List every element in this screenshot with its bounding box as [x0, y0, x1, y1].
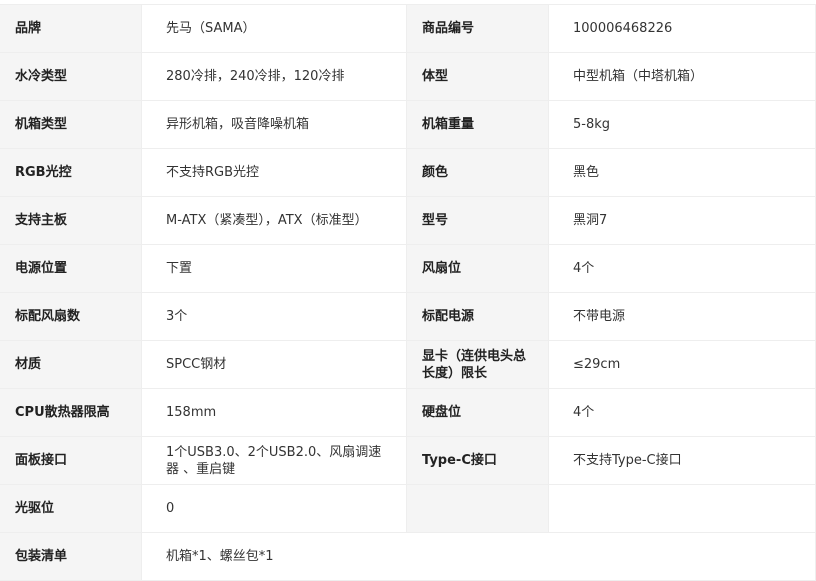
- spec-value: 下置: [142, 245, 407, 293]
- spec-value: 158mm: [142, 389, 407, 437]
- spec-value: 机箱*1、螺丝包*1: [142, 533, 816, 581]
- spec-label: 颜色: [407, 149, 549, 197]
- spec-label: 材质: [0, 341, 142, 389]
- spec-label: 硬盘位: [407, 389, 549, 437]
- spec-label: 面板接口: [0, 437, 142, 485]
- spec-value: SPCC钢材: [142, 341, 407, 389]
- spec-value: ≤29cm: [549, 341, 816, 389]
- spec-value: 280冷排，240冷排，120冷排: [142, 53, 407, 101]
- spec-label: 机箱重量: [407, 101, 549, 149]
- spec-row: 面板接口 1个USB3.0、2个USB2.0、风扇调速器 、重启键 Type-C…: [0, 437, 816, 485]
- spec-row: 标配风扇数 3个 标配电源 不带电源: [0, 293, 816, 341]
- spec-label: 包装清单: [0, 533, 142, 581]
- spec-row: 机箱类型 异形机箱，吸音降噪机箱 机箱重量 5-8kg: [0, 101, 816, 149]
- spec-label: Type-C接口: [407, 437, 549, 485]
- spec-value: 3个: [142, 293, 407, 341]
- spec-row-full: 包装清单 机箱*1、螺丝包*1: [0, 533, 816, 581]
- spec-row: CPU散热器限高 158mm 硬盘位 4个: [0, 389, 816, 437]
- spec-value: 黑洞7: [549, 197, 816, 245]
- spec-label: 标配电源: [407, 293, 549, 341]
- spec-value: [549, 485, 816, 533]
- spec-label: 型号: [407, 197, 549, 245]
- spec-value: 4个: [549, 245, 816, 293]
- spec-label: 显卡（连供电头总长度）限长: [407, 341, 549, 389]
- spec-value: M-ATX（紧凑型），ATX（标准型）: [142, 197, 407, 245]
- spec-value: 4个: [549, 389, 816, 437]
- spec-label: 光驱位: [0, 485, 142, 533]
- spec-label: 品牌: [0, 5, 142, 53]
- spec-value: 0: [142, 485, 407, 533]
- spec-value: 1个USB3.0、2个USB2.0、风扇调速器 、重启键: [142, 437, 407, 485]
- spec-value: 不带电源: [549, 293, 816, 341]
- spec-label: 支持主板: [0, 197, 142, 245]
- spec-value: 100006468226: [549, 5, 816, 53]
- spec-label: [407, 485, 549, 533]
- spec-label: 标配风扇数: [0, 293, 142, 341]
- spec-value: 不支持RGB光控: [142, 149, 407, 197]
- spec-row: 电源位置 下置 风扇位 4个: [0, 245, 816, 293]
- spec-value: 5-8kg: [549, 101, 816, 149]
- spec-label: 商品编号: [407, 5, 549, 53]
- spec-label: 机箱类型: [0, 101, 142, 149]
- spec-row: 品牌 先马（SAMA） 商品编号 100006468226: [0, 5, 816, 53]
- spec-label: CPU散热器限高: [0, 389, 142, 437]
- spec-table: 品牌 先马（SAMA） 商品编号 100006468226 水冷类型 280冷排…: [0, 4, 816, 581]
- spec-value: 中型机箱（中塔机箱）: [549, 53, 816, 101]
- spec-value: 黑色: [549, 149, 816, 197]
- spec-value: 不支持Type-C接口: [549, 437, 816, 485]
- spec-row: 材质 SPCC钢材 显卡（连供电头总长度）限长 ≤29cm: [0, 341, 816, 389]
- spec-row: 光驱位 0: [0, 485, 816, 533]
- spec-row: RGB光控 不支持RGB光控 颜色 黑色: [0, 149, 816, 197]
- spec-value: 先马（SAMA）: [142, 5, 407, 53]
- spec-row: 支持主板 M-ATX（紧凑型），ATX（标准型） 型号 黑洞7: [0, 197, 816, 245]
- spec-row: 水冷类型 280冷排，240冷排，120冷排 体型 中型机箱（中塔机箱）: [0, 53, 816, 101]
- spec-label: RGB光控: [0, 149, 142, 197]
- spec-label: 风扇位: [407, 245, 549, 293]
- spec-value: 异形机箱，吸音降噪机箱: [142, 101, 407, 149]
- spec-label: 体型: [407, 53, 549, 101]
- spec-label: 电源位置: [0, 245, 142, 293]
- spec-label: 水冷类型: [0, 53, 142, 101]
